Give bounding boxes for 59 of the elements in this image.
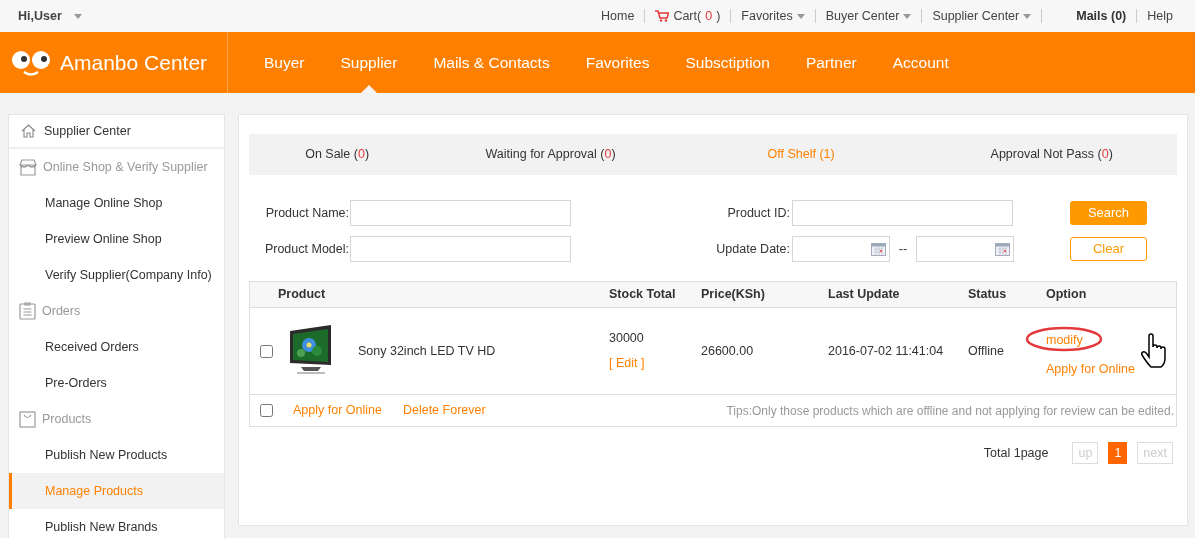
sidebar-group: Orders bbox=[42, 301, 81, 321]
cart-link[interactable]: Cart( 0 ) bbox=[655, 6, 721, 26]
last-update: 2016-07-02 11:41:04 bbox=[828, 342, 945, 360]
caret-icon bbox=[796, 13, 805, 19]
column-header: Price(KSh) bbox=[701, 286, 766, 304]
nav-link[interactable]: Help bbox=[1147, 6, 1173, 26]
caret-icon bbox=[1023, 13, 1032, 19]
product-name: Sony 32inch LED TV HD bbox=[358, 342, 497, 360]
home-icon bbox=[21, 124, 36, 138]
cart-icon bbox=[655, 10, 670, 22]
field-label: Product Model: bbox=[263, 240, 350, 258]
column-header: Stock Total bbox=[609, 286, 677, 304]
store-icon bbox=[19, 158, 37, 176]
sidebar-item[interactable]: Received Orders bbox=[9, 329, 224, 365]
menu-link[interactable]: Buyer Center bbox=[825, 6, 912, 26]
column-header: Product bbox=[277, 286, 327, 304]
checkbox[interactable] bbox=[260, 344, 273, 358]
field-label: Product Name: bbox=[264, 204, 350, 222]
field-label: Update Date: bbox=[715, 240, 791, 258]
clipboard-icon bbox=[19, 302, 36, 320]
stock-total: 30000 bbox=[609, 330, 645, 348]
nav-link[interactable]: Home bbox=[601, 6, 635, 26]
caret-icon bbox=[73, 13, 82, 19]
field-label: Product ID: bbox=[726, 204, 791, 222]
sidebar-group: Products bbox=[42, 409, 92, 429]
sidebar-item[interactable]: Publish New Products bbox=[9, 437, 224, 473]
checkbox[interactable] bbox=[260, 404, 273, 417]
sidebar-item[interactable]: Pre-Orders bbox=[9, 365, 224, 401]
logo-text: Amanbo Center bbox=[60, 49, 208, 76]
text-field[interactable] bbox=[350, 236, 571, 262]
user-menu[interactable]: Hi,User bbox=[18, 6, 82, 26]
status: Offline bbox=[968, 342, 1005, 360]
date-separator: -- bbox=[897, 240, 909, 258]
status-tab[interactable]: Waiting for Approval (0) bbox=[425, 145, 676, 164]
status-tab[interactable]: On Sale (0) bbox=[249, 145, 426, 164]
bag-icon bbox=[19, 410, 36, 428]
sidebar-item[interactable]: Publish New Brands bbox=[9, 509, 224, 538]
sidebar-group: Online Shop & Verify Supplier bbox=[43, 157, 208, 177]
menu-link[interactable]: Supplier Center bbox=[932, 6, 1032, 26]
text-field[interactable] bbox=[792, 200, 1013, 226]
date-field[interactable] bbox=[792, 236, 890, 262]
sidebar-item[interactable]: Preview Online Shop bbox=[9, 221, 224, 257]
sidebar-item[interactable]: Verify Supplier(Company Info) bbox=[9, 257, 224, 293]
page-total: Total 1page bbox=[983, 444, 1049, 462]
caret-icon bbox=[903, 13, 912, 19]
status-tab[interactable]: Approval Not Pass (0) bbox=[926, 145, 1177, 164]
text-field[interactable] bbox=[350, 200, 571, 226]
sidebar-title[interactable]: Supplier Center bbox=[9, 115, 224, 149]
calendar-icon[interactable] bbox=[995, 242, 1010, 256]
tips-text: Tips:Only those products which are offline and not applying for review can be edited. bbox=[726, 402, 1175, 420]
calendar-icon[interactable] bbox=[871, 242, 886, 256]
date-field[interactable] bbox=[916, 236, 1014, 262]
menu-link[interactable]: Favorites bbox=[741, 6, 805, 26]
sidebar-item[interactable]: Manage Online Shop bbox=[9, 185, 224, 221]
column-header: Last Update bbox=[828, 286, 901, 304]
column-header: Status bbox=[968, 286, 1008, 304]
mails-link[interactable]: Mails (0) bbox=[1052, 6, 1127, 26]
column-header: Option bbox=[1046, 286, 1087, 304]
price: 26600.00 bbox=[701, 342, 755, 360]
